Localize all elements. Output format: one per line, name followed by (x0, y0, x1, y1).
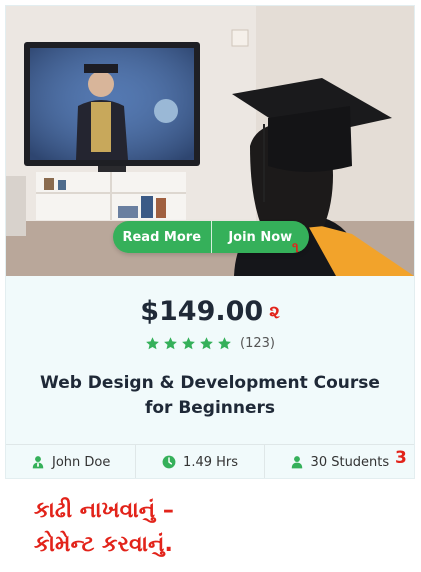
annotation-mark-2: ૨ (269, 302, 280, 323)
star-icon (182, 337, 195, 350)
course-meta-bar: John Doe 1.49 Hrs 30 Students (6, 444, 414, 478)
annotation-mark-3: 3 (395, 448, 407, 468)
rating: (123) (6, 336, 414, 351)
clock-icon (162, 455, 176, 469)
annotation-mark-1: ૧ (292, 240, 299, 256)
student-count: 30 Students (310, 454, 390, 470)
read-more-button[interactable]: Read More (113, 221, 211, 253)
overlay-button-group: Read More Join Now (113, 221, 309, 253)
annotation-note: કાઢી નાખવાનું – કોમેન્ટ કરવાનું. (34, 494, 174, 562)
students-info: 30 Students (263, 445, 414, 478)
star-icon (164, 337, 177, 350)
instructor-name: John Doe (51, 454, 111, 470)
course-duration: 1.49 Hrs (183, 454, 239, 470)
course-price: $149.00 (140, 296, 264, 327)
course-title-line-1: Web Design & Development Course (40, 373, 380, 393)
rating-count: (123) (240, 336, 275, 351)
course-thumbnail[interactable]: Read More Join Now ૧ (6, 6, 414, 276)
annotation-note-line-2: કોમેન્ટ કરવાનું. (34, 532, 173, 557)
star-icon (218, 337, 231, 350)
course-title[interactable]: Web Design & Development Course for Begi… (26, 371, 394, 421)
star-icon (146, 337, 159, 350)
duration-info: 1.49 Hrs (135, 445, 263, 478)
instructor-icon (32, 456, 44, 469)
annotation-note-line-1: કાઢી નાખવાનું – (34, 498, 174, 523)
instructor-info: John Doe (6, 445, 135, 478)
course-title-line-2: for Beginners (144, 398, 276, 418)
star-icon (200, 337, 213, 350)
course-card: Read More Join Now ૧ $149.00 ૨ (123) Web … (5, 5, 415, 479)
price-row: $149.00 ૨ (6, 296, 414, 327)
user-icon (291, 456, 302, 469)
